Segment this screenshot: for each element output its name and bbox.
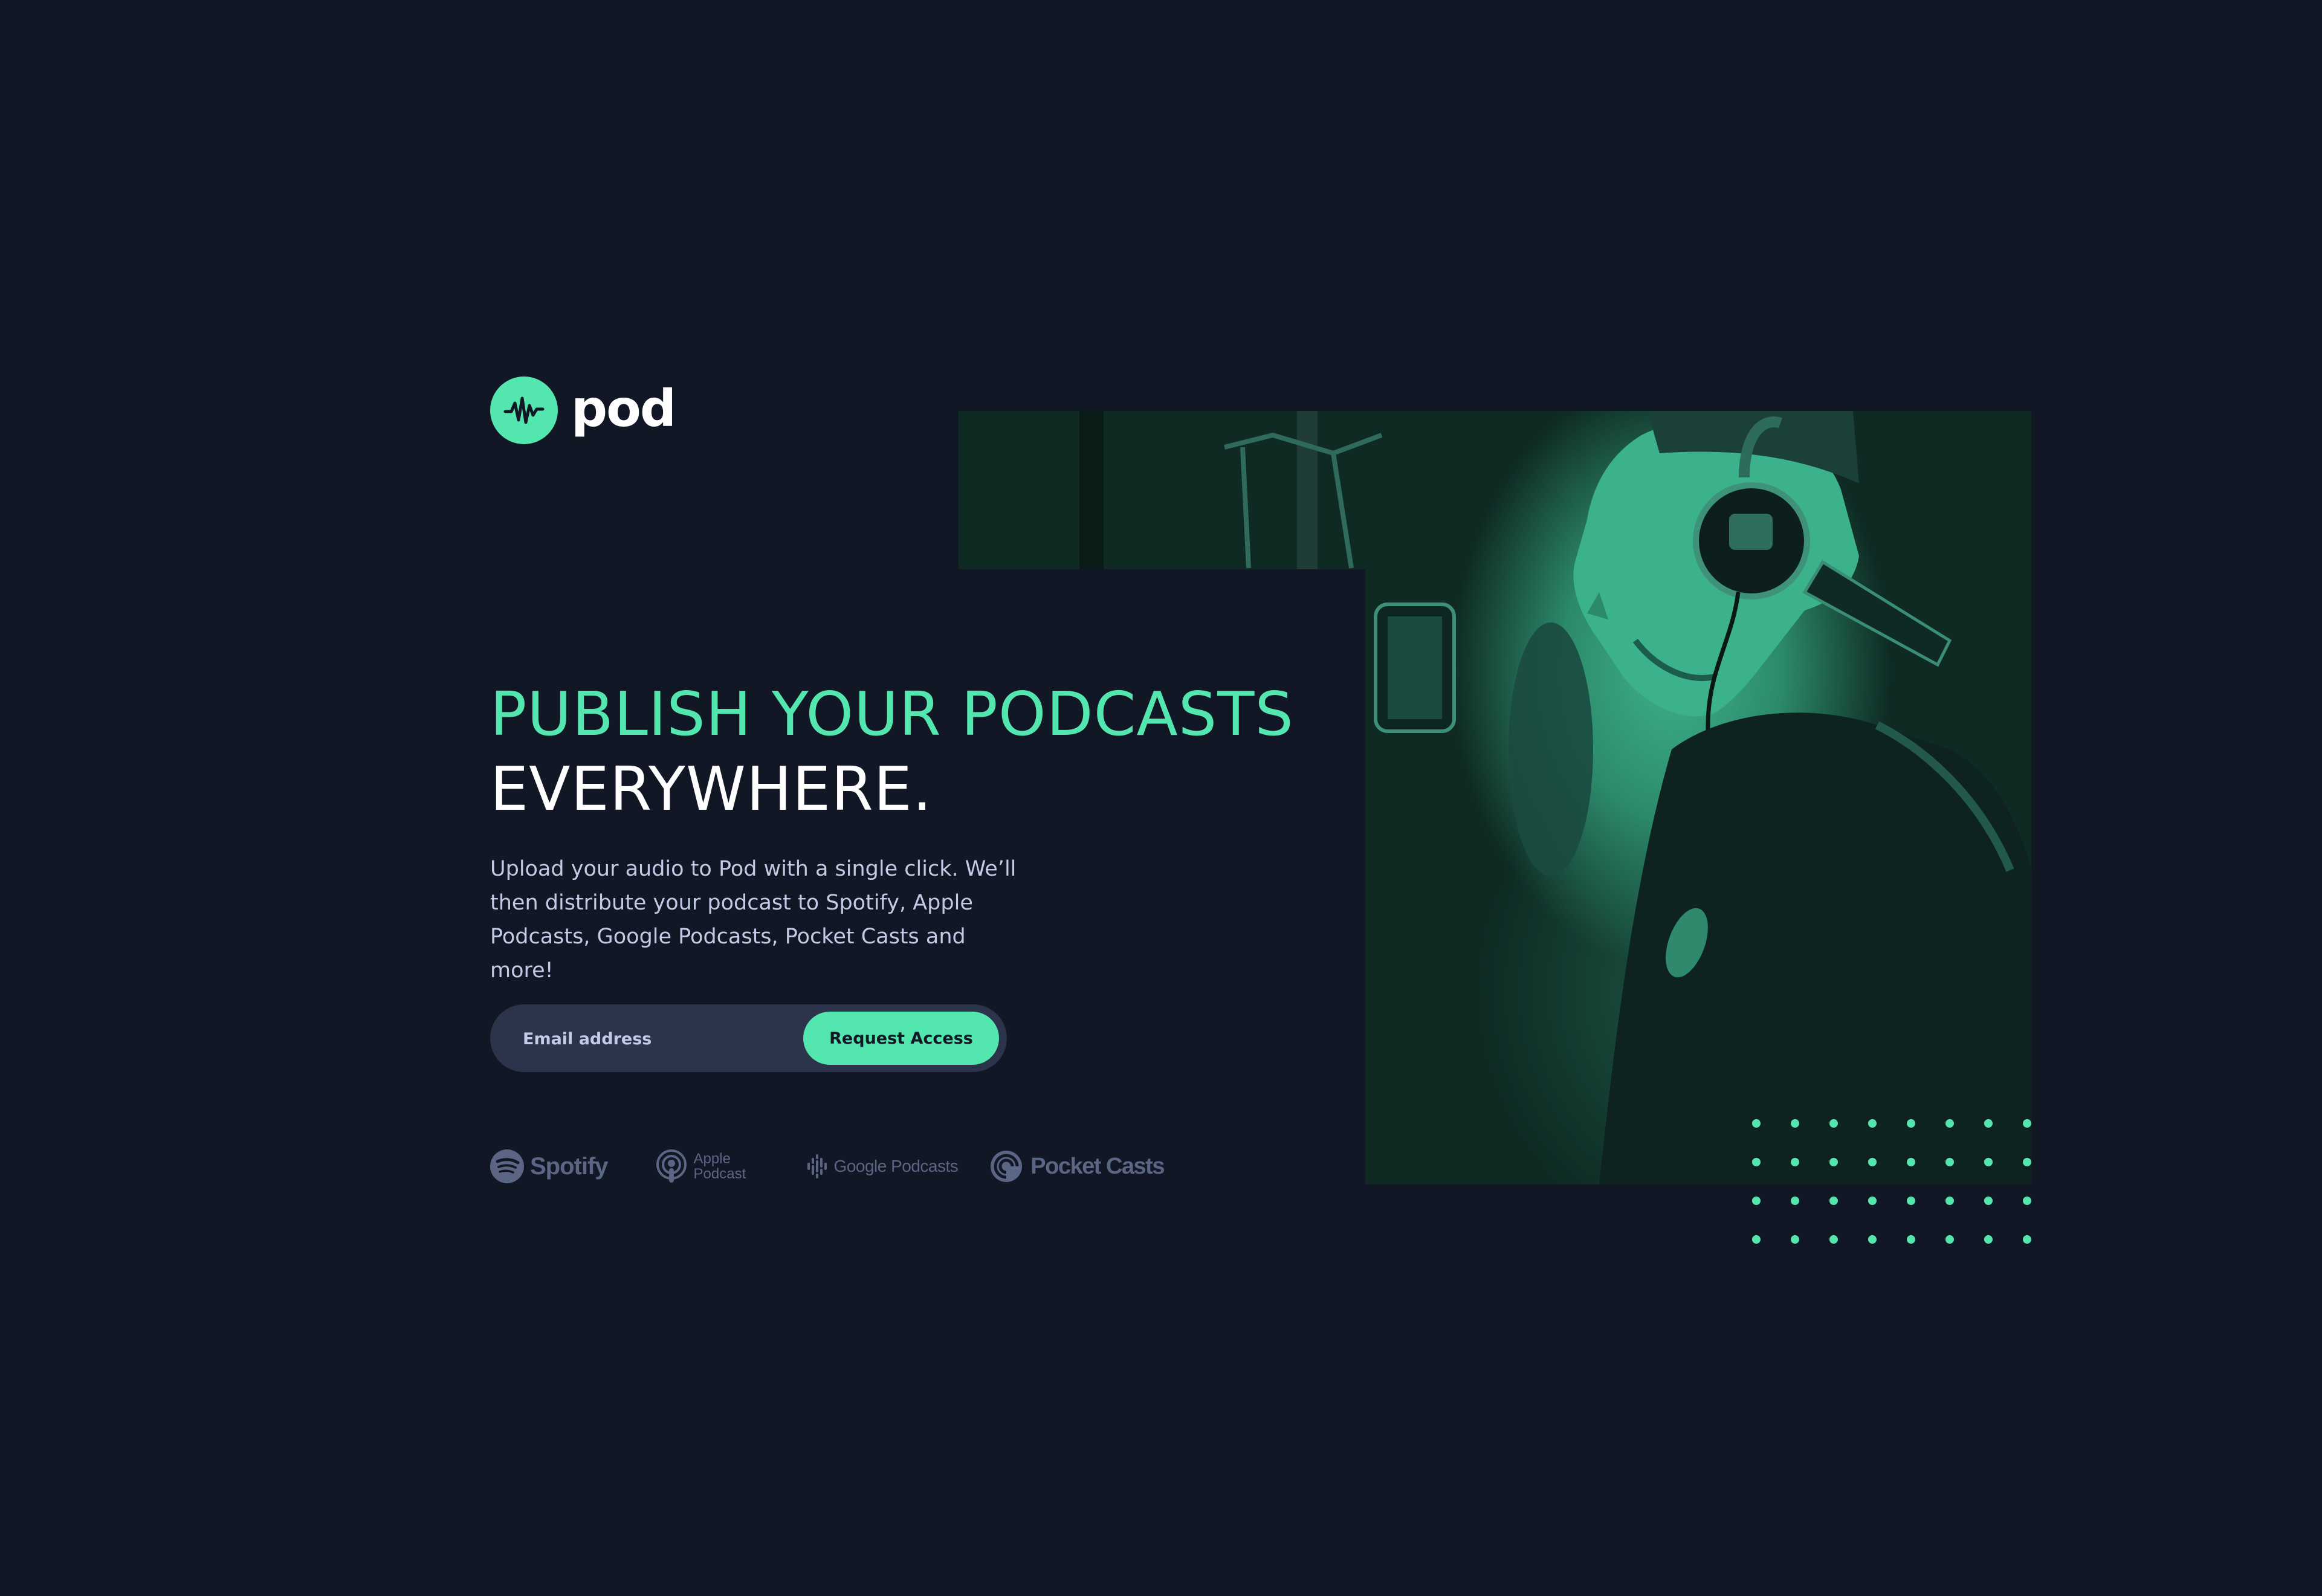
request-access-button[interactable]: Request Access — [803, 1012, 999, 1065]
platform-name: Google Podcasts — [833, 1157, 959, 1175]
decorative-dot — [2023, 1197, 2031, 1205]
email-input[interactable] — [522, 1004, 778, 1073]
decorative-dot — [1791, 1158, 1799, 1166]
decorative-dot — [1945, 1235, 1954, 1244]
platform-spotify: Spotify — [490, 1149, 609, 1183]
decorative-dot — [1984, 1197, 1993, 1205]
apple-podcast-icon — [656, 1149, 687, 1183]
early-access-form: Request Access — [490, 1004, 1007, 1073]
google-podcasts-icon — [807, 1154, 827, 1178]
brand-name: pod — [571, 379, 676, 438]
decorative-dot — [1791, 1197, 1799, 1205]
hero-description: Upload your audio to Pod with a single c… — [490, 857, 1017, 983]
decorative-dot — [1945, 1158, 1954, 1166]
landing-page: pod PUBLISH YOUR PODCASTS EVERYWHERE. Up… — [0, 0, 2322, 1596]
headline-line-1: PUBLISH YOUR PODCASTS — [490, 679, 1294, 749]
decorative-dot — [2023, 1158, 2031, 1166]
decorative-dot — [1791, 1119, 1799, 1128]
decorative-dot — [1752, 1197, 1761, 1205]
decorative-dot — [1984, 1235, 1993, 1244]
decorative-dot — [1868, 1197, 1877, 1205]
decorative-dot — [2023, 1235, 2031, 1244]
decorative-dot — [1868, 1119, 1877, 1128]
headline-line-2: EVERYWHERE. — [490, 754, 933, 824]
decorative-dot — [1945, 1119, 1954, 1128]
decorative-dot — [1829, 1119, 1838, 1128]
decorative-dot — [1752, 1119, 1761, 1128]
decorative-dot — [1752, 1235, 1761, 1244]
decorative-dot — [1829, 1158, 1838, 1166]
decorative-dot — [1907, 1235, 1915, 1244]
decorative-dot — [1907, 1197, 1915, 1205]
decorative-dot — [1829, 1197, 1838, 1205]
decorative-dot — [1907, 1119, 1915, 1128]
decorative-dot — [1868, 1158, 1877, 1166]
platform-logos: Spotify Apple Podcast Google Podcasts Po… — [490, 1145, 1165, 1187]
decorative-dot — [1907, 1158, 1915, 1166]
platform-label-line-1: Apple — [693, 1151, 731, 1167]
decorative-dot — [2023, 1119, 2031, 1128]
decorative-dot — [1829, 1235, 1838, 1244]
platform-label-line-2: Podcast — [693, 1166, 746, 1182]
pocket-casts-icon — [991, 1151, 1023, 1182]
decorative-dot — [1868, 1235, 1877, 1244]
dot-pattern — [1752, 1119, 2031, 1252]
platform-name: Spotify — [530, 1152, 609, 1180]
platform-label: Apple Podcast — [694, 1151, 760, 1181]
spotify-icon — [490, 1149, 524, 1183]
decorative-dot — [1984, 1158, 1993, 1166]
brand-logo[interactable]: pod — [490, 376, 676, 444]
platform-pocket-casts: Pocket Casts — [989, 1149, 1165, 1183]
decorative-dot — [1791, 1235, 1799, 1244]
platform-name: Pocket Casts — [1030, 1153, 1165, 1179]
soundwave-icon — [490, 376, 558, 444]
hero-headline: PUBLISH YOUR PODCASTS EVERYWHERE. — [490, 677, 1294, 827]
decorative-dot — [1945, 1197, 1954, 1205]
platform-google-podcasts: Google Podcasts — [806, 1154, 959, 1178]
decorative-dot — [1752, 1158, 1761, 1166]
decorative-dot — [1984, 1119, 1993, 1128]
platform-apple-podcast: Apple Podcast — [655, 1149, 760, 1184]
